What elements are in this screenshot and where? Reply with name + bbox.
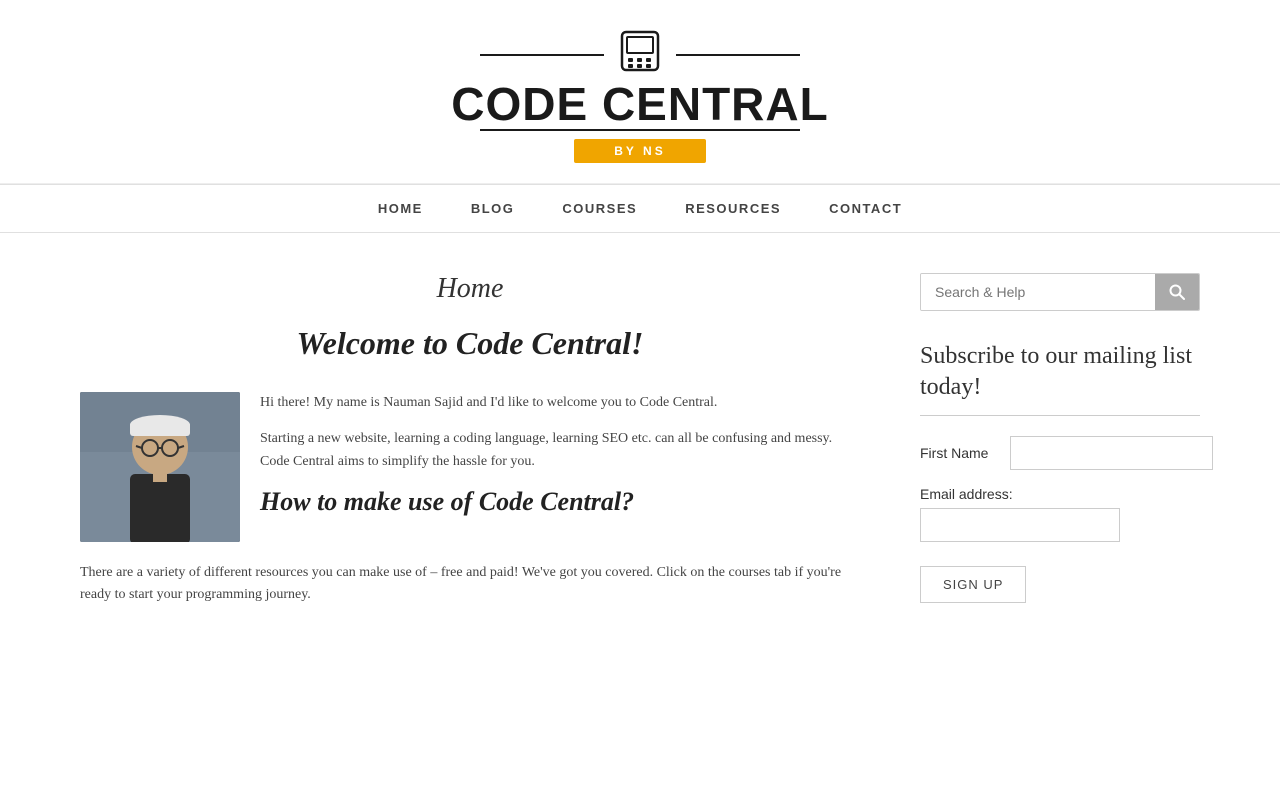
first-name-input[interactable] <box>1010 436 1213 470</box>
page-content: Home Welcome to Code Central! <box>40 233 1240 659</box>
body-text-1: There are a variety of different resourc… <box>80 562 860 607</box>
nav-link-home[interactable]: HOME <box>354 185 447 232</box>
logo-top-line <box>480 30 800 79</box>
logo-bottom-line <box>480 129 800 131</box>
search-icon <box>1169 284 1185 300</box>
intro-section: Hi there! My name is Nauman Sajid and I'… <box>80 392 860 542</box>
nav-item-resources[interactable]: RESOURCES <box>661 185 805 232</box>
mailing-divider <box>920 415 1200 416</box>
sidebar: Subscribe to our mailing list today! Fir… <box>920 273 1200 619</box>
nav-item-contact[interactable]: CONTACT <box>805 185 926 232</box>
nav-link-courses[interactable]: COURSES <box>538 185 661 232</box>
nav-list: HOME BLOG COURSES RESOURCES CONTACT <box>354 185 926 232</box>
logo-right-line <box>676 54 800 56</box>
nav-link-resources[interactable]: RESOURCES <box>661 185 805 232</box>
search-button[interactable] <box>1155 274 1199 310</box>
nav-item-home[interactable]: HOME <box>354 185 447 232</box>
logo-left-line <box>480 54 604 56</box>
site-header: CODE CENTRAL BY NS <box>0 0 1280 184</box>
mailing-section: Subscribe to our mailing list today! Fir… <box>920 341 1200 603</box>
first-name-label: First Name <box>920 445 1000 461</box>
mailing-title: Subscribe to our mailing list today! <box>920 341 1200 403</box>
nav-item-blog[interactable]: BLOG <box>447 185 539 232</box>
email-group: Email address: <box>920 486 1200 542</box>
nav-link-blog[interactable]: BLOG <box>447 185 539 232</box>
nav-link-contact[interactable]: CONTACT <box>805 185 926 232</box>
welcome-heading: Welcome to Code Central! <box>80 325 860 362</box>
main-nav: HOME BLOG COURSES RESOURCES CONTACT <box>0 184 1280 233</box>
section-heading: How to make use of Code Central? <box>260 487 860 517</box>
intro-text: Hi there! My name is Nauman Sajid and I'… <box>260 392 860 542</box>
logo: CODE CENTRAL BY NS <box>451 30 828 163</box>
search-input[interactable] <box>921 274 1155 310</box>
logo-byline: BY NS <box>574 139 705 163</box>
first-name-row: First Name <box>920 436 1200 470</box>
signup-button[interactable]: SIGN UP <box>920 566 1026 603</box>
search-wrapper <box>920 273 1200 311</box>
logo-text: CODE CENTRAL <box>451 81 828 127</box>
search-section <box>920 273 1200 311</box>
email-input[interactable] <box>920 508 1120 542</box>
main-content: Home Welcome to Code Central! <box>80 273 860 619</box>
email-label: Email address: <box>920 486 1200 502</box>
author-image <box>80 392 240 542</box>
intro-paragraph-1: Hi there! My name is Nauman Sajid and I'… <box>260 392 860 414</box>
author-photo <box>80 392 240 542</box>
nav-item-courses[interactable]: COURSES <box>538 185 661 232</box>
logo-device-icon <box>614 30 666 79</box>
page-title: Home <box>80 273 860 305</box>
intro-paragraph-2: Starting a new website, learning a codin… <box>260 428 860 473</box>
